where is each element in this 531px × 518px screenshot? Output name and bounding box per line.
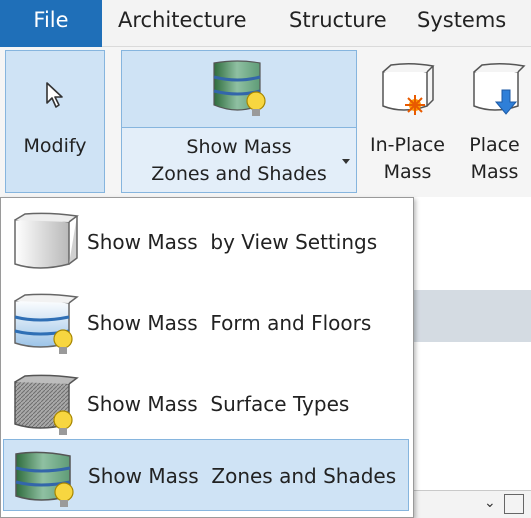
cursor-arrow-icon [46,82,63,108]
view-control-strip: ⌄ [400,490,531,518]
tab-structure[interactable]: Structure [289,0,387,47]
modify-button[interactable]: Modify [5,50,105,193]
show-mass-dropdown-menu: Show Mass by View Settings Show Mass For… [0,197,414,518]
menu-item-label: Show Mass Surface Types [87,392,350,416]
menu-item-form-floors[interactable]: Show Mass Form and Floors [3,287,409,359]
place-mass-icon [473,62,526,115]
mass-surface-types-icon [14,374,79,435]
menu-bar: File Architecture Structure Systems [0,0,531,47]
in-place-label-line1: In-Place [369,134,446,156]
place-mass-button[interactable]: Place Mass [458,50,531,193]
mass-zones-shades-icon [213,60,266,116]
view-thumbnail-icon[interactable] [504,494,524,514]
modify-label: Modify [23,135,87,157]
menu-item-label: Show Mass by View Settings [87,230,378,254]
place-label-line1: Place [469,134,520,156]
menu-item-label: Show Mass Zones and Shades [88,464,397,488]
show-mass-label-line2: Zones and Shades [151,163,327,185]
tab-systems[interactable]: Systems [417,0,506,47]
show-mass-dropdown-toggle[interactable]: Show Mass Zones and Shades [122,128,356,192]
tab-file[interactable]: File [0,0,102,47]
ribbon: Modify Show Mass Zones and Shades In-Pla… [0,47,531,197]
mass-form-floors-icon [14,293,79,354]
menu-item-label: Show Mass Form and Floors [87,311,372,335]
in-place-mass-icon [382,62,435,115]
tab-architecture[interactable]: Architecture [118,0,247,47]
menu-item-view-settings[interactable]: Show Mass by View Settings [3,206,409,278]
show-mass-zones-shades-main[interactable] [122,51,356,128]
in-place-mass-button[interactable]: In-Place Mass [360,50,455,193]
chevron-down-icon[interactable]: ⌄ [484,495,496,511]
show-mass-label-line1: Show Mass [186,136,292,158]
dropdown-arrow-icon [342,159,350,164]
mass-zones-shades-icon [15,451,74,507]
menu-item-surface-types[interactable]: Show Mass Surface Types [3,368,409,440]
show-mass-split-button[interactable]: Show Mass Zones and Shades [121,50,357,193]
place-label-line2: Mass [470,161,519,183]
in-place-label-line2: Mass [383,161,432,183]
menu-item-zones-shades[interactable]: Show Mass Zones and Shades [3,439,409,511]
mass-view-settings-icon [14,212,79,269]
